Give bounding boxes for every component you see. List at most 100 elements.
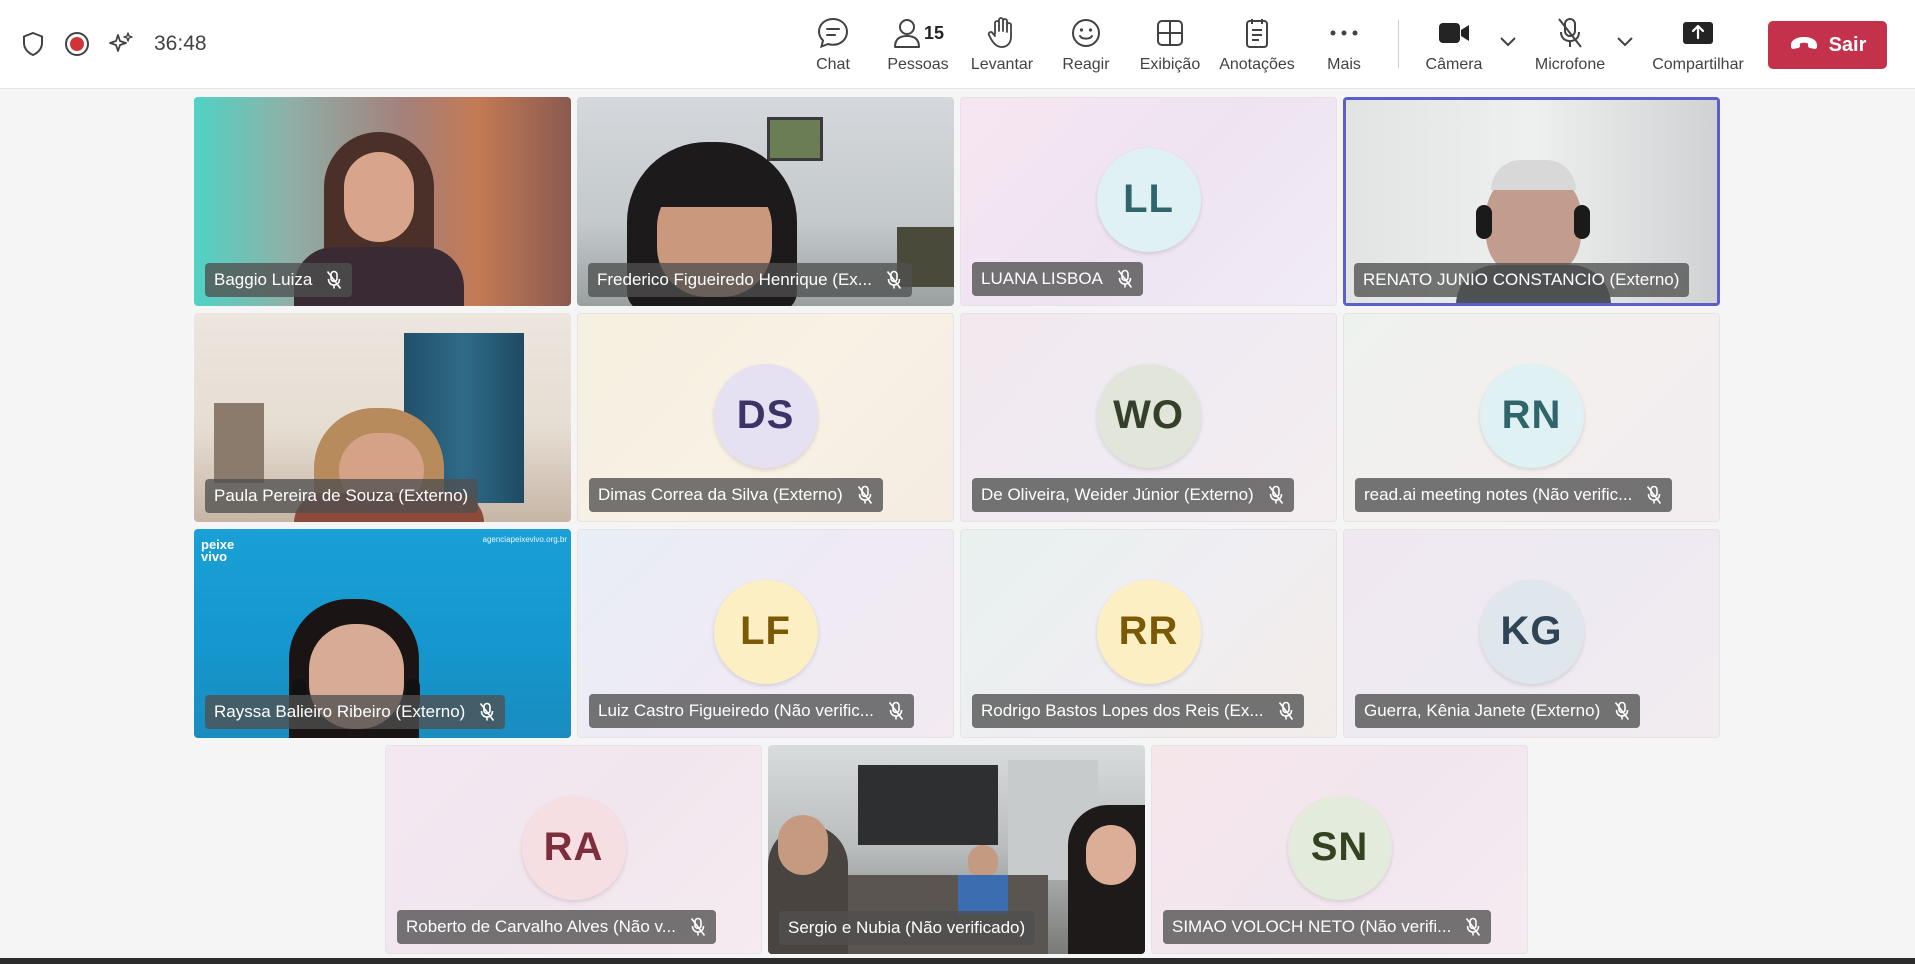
participant-tile[interactable]: DS Dimas Correa da Silva (Externo) — [577, 313, 954, 522]
notes-icon — [1243, 12, 1271, 54]
participant-nameplate: RENATO JUNIO CONSTANCIO (Externo) — [1354, 263, 1690, 297]
participant-name: Sergio e Nubia (Não verificado) — [788, 918, 1026, 937]
more-dots-icon — [1329, 12, 1359, 54]
participant-avatar: RA — [521, 795, 626, 900]
camera-options-chevron-icon[interactable] — [1497, 30, 1519, 52]
camera-icon — [1437, 12, 1471, 54]
grid-view-icon — [1155, 12, 1185, 54]
participant-nameplate: De Oliveira, Weider Júnior (Externo) — [972, 478, 1294, 512]
people-icon-wrap: 15 — [892, 12, 944, 54]
mic-muted-icon — [857, 485, 873, 505]
participant-avatar: WO — [1096, 363, 1201, 468]
chat-label: Chat — [816, 56, 850, 73]
participant-name: Luiz Castro Figueiredo (Não verific... — [598, 701, 874, 720]
notes-button[interactable]: Anotações — [1218, 12, 1296, 82]
mic-muted-icon — [479, 702, 495, 722]
hang-up-icon — [1789, 35, 1819, 56]
participant-name: Frederico Figueiredo Henrique (Ex... — [597, 270, 872, 289]
share-button[interactable]: Compartilhar — [1648, 12, 1748, 82]
leave-button[interactable]: Sair — [1768, 21, 1887, 69]
mic-muted-icon — [1465, 917, 1481, 937]
people-label: Pessoas — [887, 56, 949, 73]
raise-hand-button[interactable]: Levantar — [970, 12, 1034, 82]
brand-url: agenciapeixevivo.org.br — [482, 535, 568, 544]
mic-muted-icon — [1268, 485, 1284, 505]
participant-name: Dimas Correa da Silva (Externo) — [598, 485, 843, 504]
participant-tile[interactable]: RR Rodrigo Bastos Lopes dos Reis (Ex... — [960, 529, 1337, 738]
participant-nameplate: LUANA LISBOA — [972, 262, 1143, 296]
more-button[interactable]: Mais — [1324, 12, 1364, 82]
smiley-icon — [1070, 12, 1102, 54]
toolbar-divider — [1398, 20, 1399, 68]
participant-name: Rodrigo Bastos Lopes dos Reis (Ex... — [981, 701, 1264, 720]
share-label: Compartilhar — [1652, 56, 1744, 73]
participant-tile[interactable]: LF Luiz Castro Figueiredo (Não verific..… — [577, 529, 954, 738]
person-icon — [893, 19, 920, 48]
shield-icon[interactable] — [18, 26, 48, 62]
participant-tile[interactable]: Paula Pereira de Souza (Externo) — [194, 313, 571, 522]
mic-muted-icon — [1614, 701, 1630, 721]
brand-logo: peixe vivo — [201, 537, 235, 564]
mic-muted-icon — [1117, 269, 1133, 289]
participant-avatar: LF — [713, 579, 818, 684]
camera-button[interactable]: Câmera — [1422, 12, 1486, 82]
participant-avatar: SN — [1287, 795, 1392, 900]
people-button[interactable]: 15 Pessoas — [885, 12, 951, 82]
chat-icon — [816, 12, 850, 54]
participant-tile[interactable]: WO De Oliveira, Weider Júnior (Externo) — [960, 313, 1337, 522]
participant-nameplate: Paula Pereira de Souza (Externo) — [205, 479, 479, 513]
participant-nameplate: Dimas Correa da Silva (Externo) — [589, 478, 883, 512]
notes-label: Anotações — [1219, 56, 1295, 73]
participant-tile[interactable]: SN SIMAO VOLOCH NETO (Não verifi... — [1151, 745, 1528, 954]
sparkle-icon[interactable] — [106, 26, 136, 62]
participant-name: Paula Pereira de Souza (Externo) — [214, 486, 469, 505]
participant-name: De Oliveira, Weider Júnior (Externo) — [981, 485, 1254, 504]
participant-name: read.ai meeting notes (Não verific... — [1364, 485, 1633, 504]
participant-name: Roberto de Carvalho Alves (Não v... — [406, 917, 676, 936]
participant-nameplate: Sergio e Nubia (Não verificado) — [779, 911, 1036, 945]
participant-avatar: RR — [1096, 579, 1201, 684]
participant-tile[interactable]: KG Guerra, Kênia Janete (Externo) — [1343, 529, 1720, 738]
participant-tile-active-speaker[interactable]: RENATO JUNIO CONSTANCIO (Externo) — [1343, 97, 1720, 306]
view-label: Exibição — [1139, 56, 1201, 73]
people-count: 15 — [923, 22, 945, 43]
participant-avatar: LL — [1096, 147, 1201, 252]
more-label: Mais — [1327, 56, 1361, 73]
view-button[interactable]: Exibição — [1138, 12, 1202, 82]
participant-avatar: RN — [1479, 363, 1584, 468]
share-screen-icon — [1681, 12, 1715, 54]
mic-muted-icon — [1646, 485, 1662, 505]
mic-muted-icon — [1278, 701, 1294, 721]
participant-nameplate: Guerra, Kênia Janete (Externo) — [1355, 694, 1641, 728]
meeting-timer: 36:48 — [154, 32, 207, 55]
participant-tile[interactable]: Frederico Figueiredo Henrique (Ex... — [577, 97, 954, 306]
participant-name: Baggio Luiza — [214, 270, 313, 289]
participant-tile[interactable]: Baggio Luiza — [194, 97, 571, 306]
participant-tile[interactable]: RA Roberto de Carvalho Alves (Não v... — [385, 745, 762, 954]
leave-label: Sair — [1828, 33, 1867, 56]
participant-tile[interactable]: LL LUANA LISBOA — [960, 97, 1337, 306]
participant-tile[interactable]: Sergio e Nubia (Não verificado) — [768, 745, 1145, 954]
participant-nameplate: Luiz Castro Figueiredo (Não verific... — [589, 694, 914, 728]
participant-nameplate: SIMAO VOLOCH NETO (Não verifi... — [1163, 910, 1492, 944]
meeting-toolbar: 36:48 Chat 15 Pessoas Levantar Reagir Ex… — [0, 0, 1915, 89]
participant-avatar: KG — [1479, 579, 1584, 684]
chat-button[interactable]: Chat — [808, 12, 858, 82]
participant-nameplate: Frederico Figueiredo Henrique (Ex... — [588, 263, 912, 297]
microphone-off-icon — [1555, 12, 1585, 54]
participant-name: RENATO JUNIO CONSTANCIO (Externo) — [1363, 270, 1680, 289]
participant-nameplate: Roberto de Carvalho Alves (Não v... — [397, 910, 716, 944]
participant-name: Rayssa Balieiro Ribeiro (Externo) — [214, 702, 466, 721]
participant-name: LUANA LISBOA — [981, 269, 1103, 288]
participant-tile[interactable]: peixe vivo agenciapeixevivo.org.br Rayss… — [194, 529, 571, 738]
mic-muted-icon — [888, 701, 904, 721]
toolbar-left: 36:48 — [18, 26, 207, 62]
react-button[interactable]: Reagir — [1062, 12, 1110, 82]
microphone-options-chevron-icon[interactable] — [1614, 30, 1636, 52]
react-label: Reagir — [1062, 56, 1110, 73]
participant-name: Guerra, Kênia Janete (Externo) — [1364, 701, 1601, 720]
microphone-button[interactable]: Microfone — [1530, 12, 1610, 82]
raise-hand-label: Levantar — [970, 56, 1034, 73]
participant-tile[interactable]: RN read.ai meeting notes (Não verific... — [1343, 313, 1720, 522]
participant-grid: Baggio Luiza Frederico Figueiredo Henriq… — [0, 88, 1915, 958]
